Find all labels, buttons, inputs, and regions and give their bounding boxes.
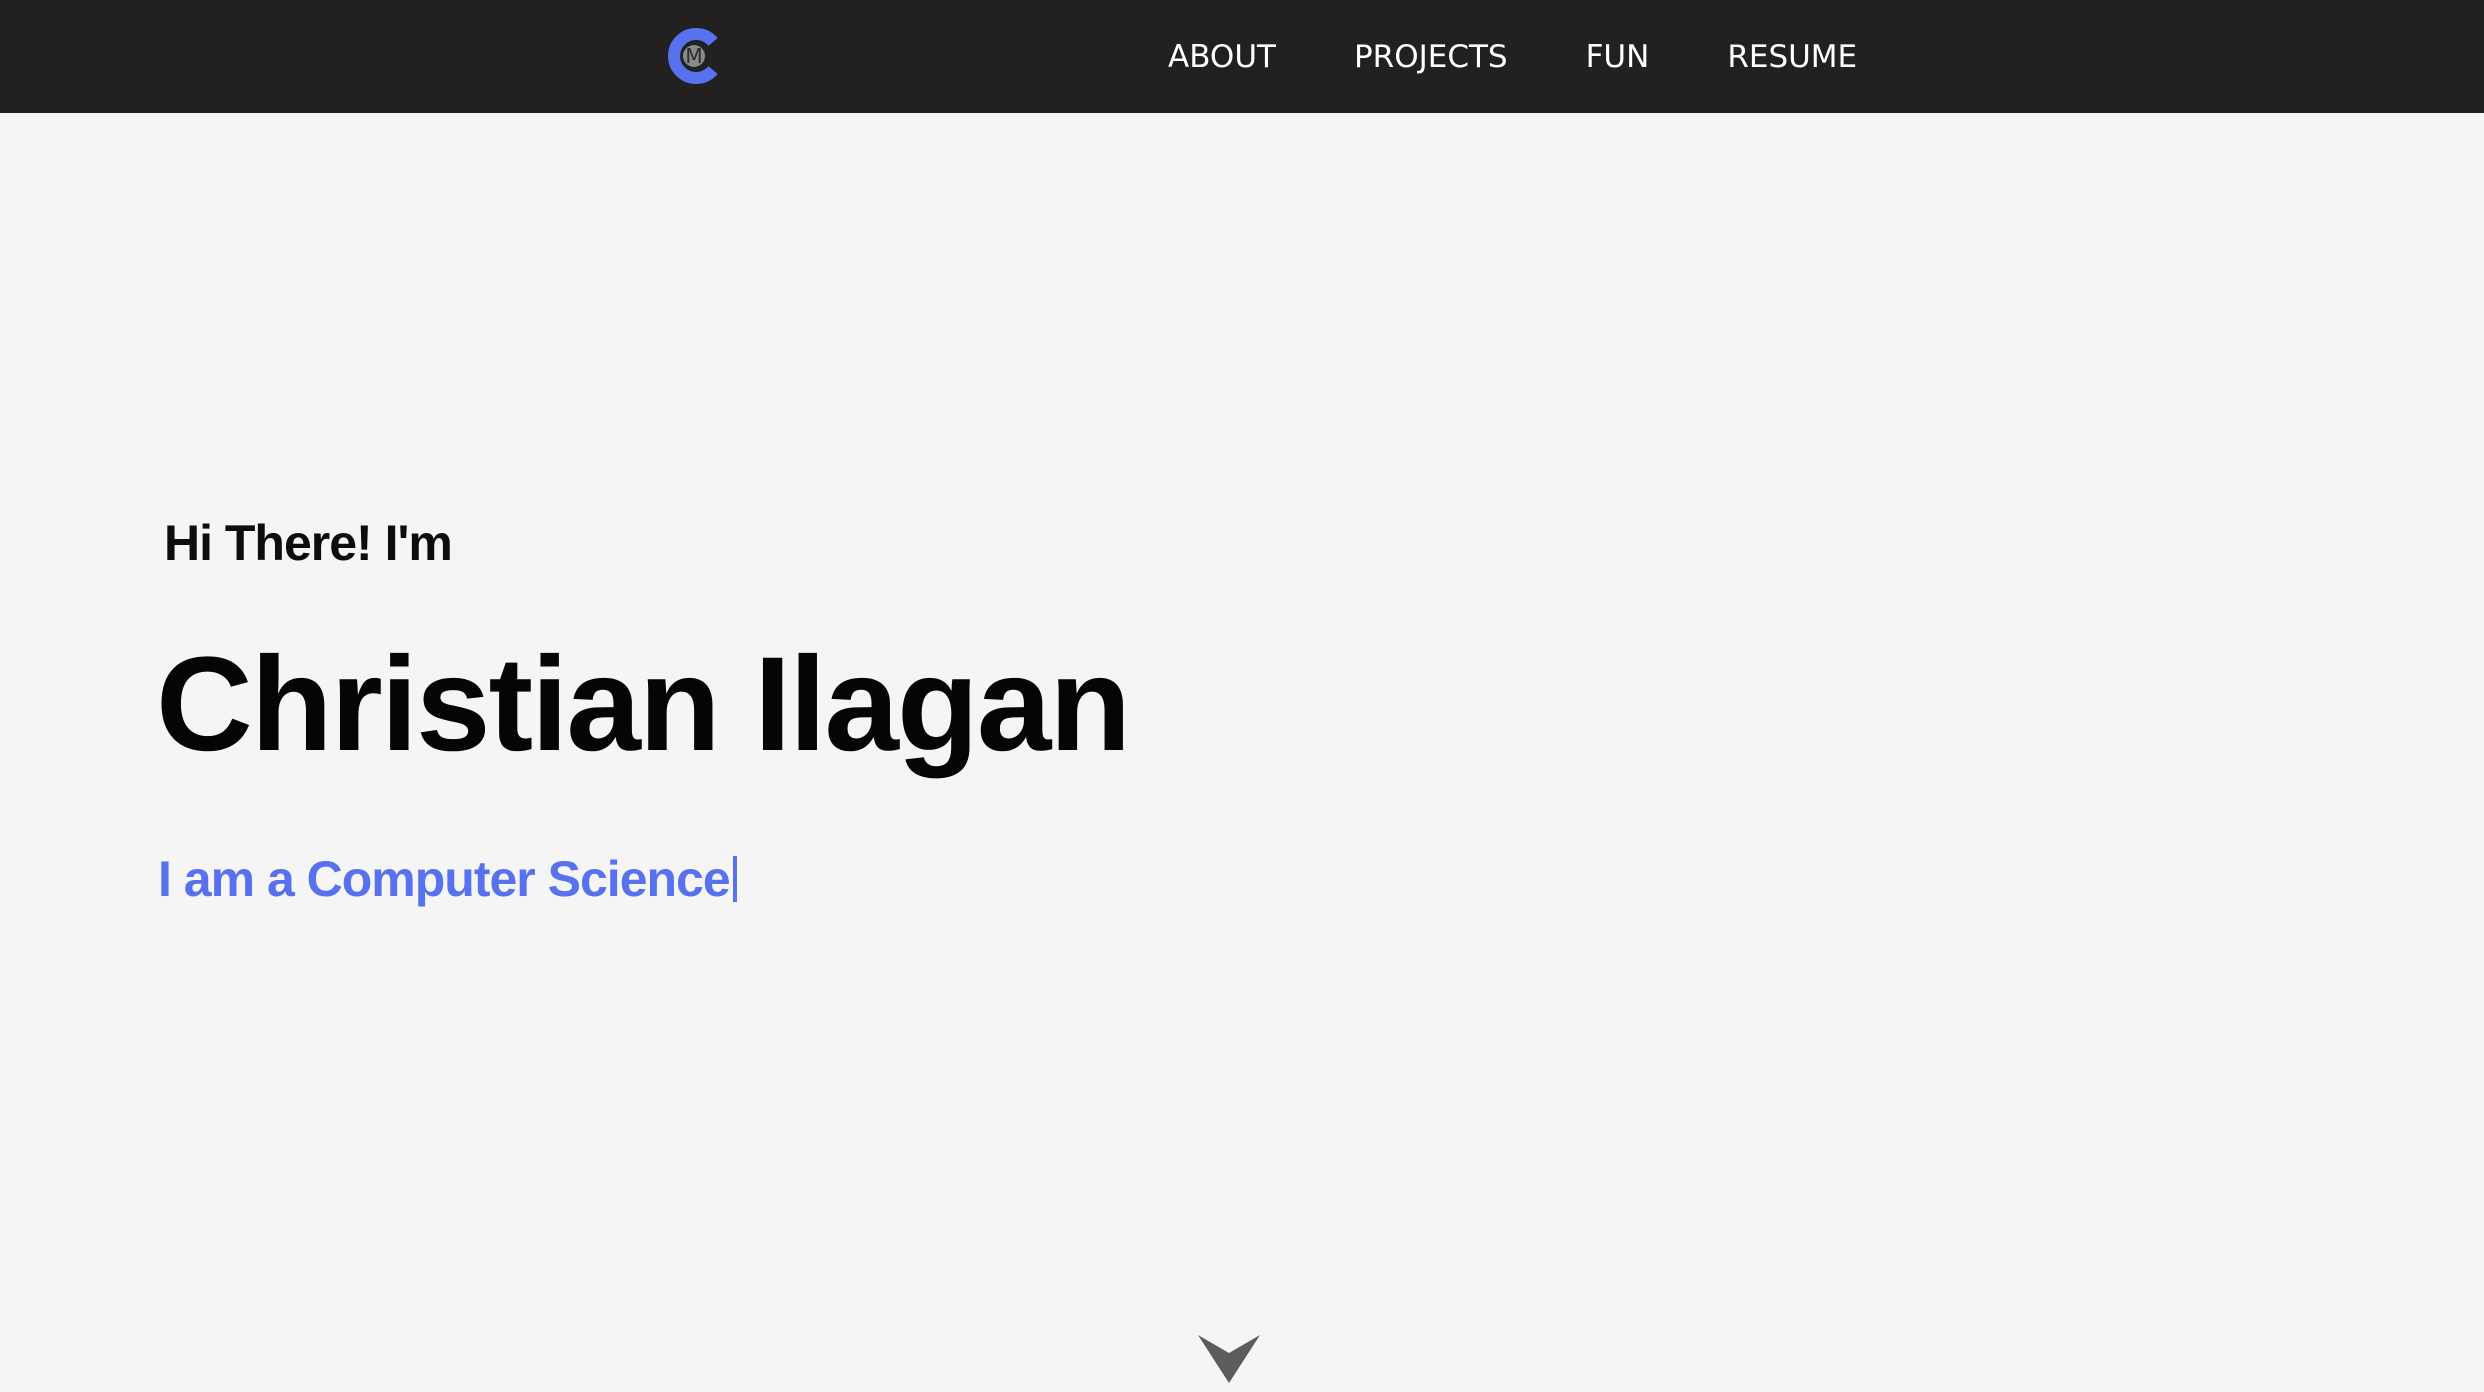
chevron-down-icon[interactable] [1196, 1331, 1262, 1387]
svg-text:M: M [685, 44, 702, 68]
nav-link-projects[interactable]: PROJECTS [1354, 39, 1508, 75]
nav-link-fun[interactable]: FUN [1586, 39, 1650, 75]
hero-name: Christian Ilagan [156, 630, 1131, 779]
hero-greeting: Hi There! I'm [164, 515, 453, 571]
typed-text: I am a Computer Science [158, 851, 731, 907]
nav-links: ABOUT PROJECTS FUN RESUME [1168, 0, 1935, 113]
navbar: M ABOUT PROJECTS FUN RESUME [0, 0, 2484, 113]
nav-link-resume[interactable]: RESUME [1727, 39, 1857, 75]
hero-section: Hi There! I'm Christian Ilagan I am a Co… [0, 113, 2484, 1383]
hero-typed-tagline: I am a Computer Science [158, 850, 737, 908]
logo-icon[interactable]: M [667, 28, 723, 84]
nav-link-about[interactable]: ABOUT [1168, 39, 1276, 75]
typing-cursor [732, 856, 737, 902]
